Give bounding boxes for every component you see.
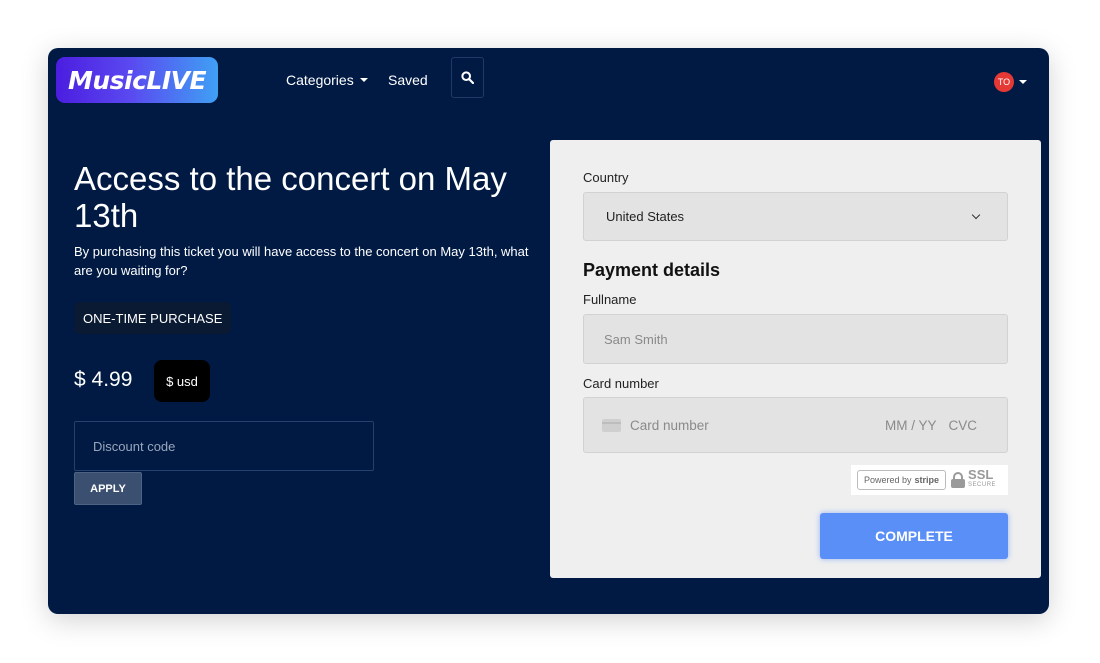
currency-badge: $ usd [154,360,210,402]
nav-categories[interactable]: Categories [286,72,368,88]
logo-text: MusicLIVE [67,65,207,95]
country-select[interactable]: United States [583,192,1008,241]
secure-payment-badges: Powered by stripe SSL SECURE [851,465,1008,495]
chevron-down-icon [971,210,981,219]
country-label: Country [583,170,629,185]
purchase-type-badge: ONE-TIME PURCHASE [74,302,232,334]
caret-down-icon [1019,80,1027,84]
nav-saved-label: Saved [388,72,428,88]
ssl-subtext: SECURE [968,482,997,488]
lock-icon [951,472,966,488]
powered-by-stripe-badge: Powered by stripe [857,470,947,490]
search-button[interactable] [451,57,484,98]
card-number-label: Card number [583,376,659,391]
nav-categories-label: Categories [286,72,354,88]
cvc-placeholder[interactable]: CVC [948,418,977,433]
caret-down-icon [359,78,368,82]
expiry-placeholder[interactable]: MM / YY [885,418,937,433]
powered-by-text: Powered by [864,475,912,485]
nav-saved[interactable]: Saved [388,72,428,88]
avatar: TO [994,72,1014,92]
product-description: By purchasing this ticket you will have … [74,244,529,278]
card-number-field[interactable]: Card number MM / YY CVC [583,397,1008,453]
fullname-input[interactable] [583,314,1008,364]
app-window: MusicLIVE Categories Saved TO Access to … [48,48,1049,614]
payment-card: Country United States Payment details Fu… [550,140,1041,578]
country-value: United States [606,209,685,224]
card-number-placeholder: Card number [630,417,709,433]
credit-card-icon [602,418,621,432]
ssl-text: SSL [968,467,994,482]
fullname-label: Fullname [583,292,637,307]
payment-details-title: Payment details [583,260,721,280]
stripe-brand-text: stripe [914,475,940,485]
apply-button[interactable]: APPLY [74,472,142,505]
page-title: Access to the concert on May 13th [74,160,507,234]
discount-code-input[interactable] [74,421,374,471]
musiclive-logo[interactable]: MusicLIVE [56,57,218,103]
user-menu[interactable]: TO [994,72,1027,92]
ssl-secure-badge: SSL SECURE [951,467,997,490]
search-icon [461,71,474,84]
price: $ 4.99 [74,368,133,391]
complete-button[interactable]: COMPLETE [820,513,1008,559]
